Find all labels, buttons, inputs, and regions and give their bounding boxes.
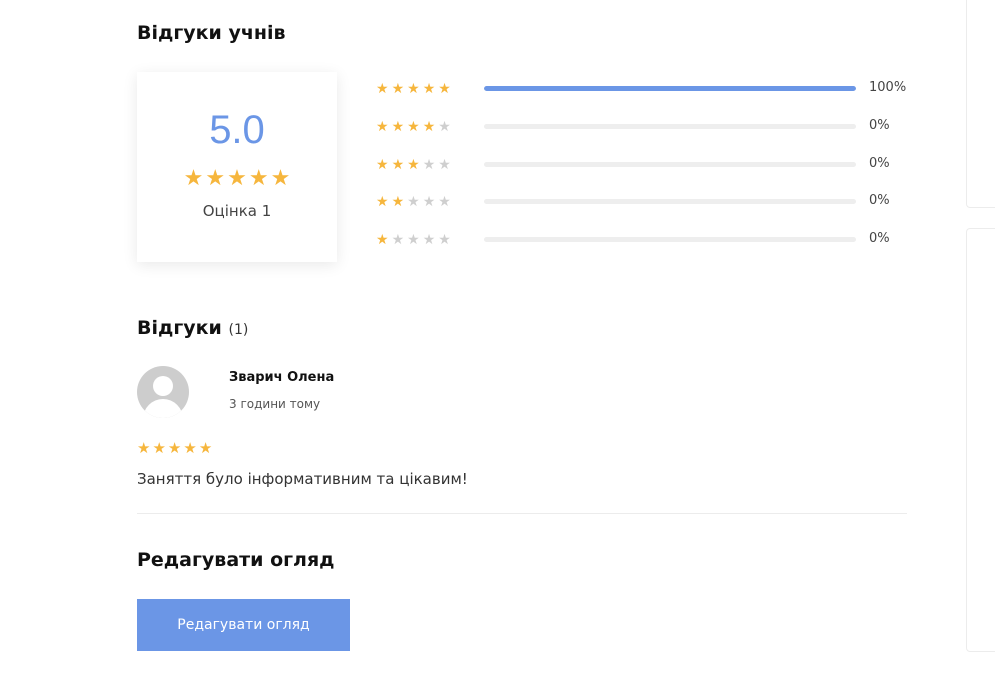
distribution-stars: ★ ★ ★ ★ ★	[376, 118, 454, 134]
review-time: 3 години тому	[229, 397, 321, 411]
reviewer-name: Зварич Олена	[229, 370, 335, 385]
distribution-percent: 100%	[869, 80, 907, 95]
student-reviews-title: Відгуки учнів	[137, 22, 286, 44]
star-icon: ★	[391, 232, 405, 248]
rating-summary-card: 5.0 ★★★★★ Оцінка 1	[137, 72, 337, 262]
star-icon: ★	[407, 81, 420, 97]
star-icon: ★	[407, 119, 420, 135]
star-icon: ★	[391, 157, 405, 173]
distribution-stars: ★ ★ ★ ★ ★	[376, 193, 454, 209]
star-icon: ★	[438, 81, 451, 97]
star-icon: ★	[227, 166, 247, 191]
star-icon: ★	[270, 166, 291, 191]
average-rating-stars: ★★★★★	[137, 168, 337, 190]
distribution-bar	[484, 199, 856, 204]
reviews-title: Відгуки (1)	[137, 317, 248, 339]
distribution-row-4: ★ ★ ★ ★ ★ 0%	[376, 116, 916, 136]
star-icon: ★	[438, 157, 451, 173]
star-icon: ★	[152, 439, 166, 457]
star-icon: ★	[407, 232, 420, 248]
star-icon: ★	[376, 194, 389, 210]
sidebar-card-top	[966, 0, 995, 208]
divider	[137, 513, 907, 514]
distribution-row-5: ★ ★ ★ ★ ★ 100%	[376, 78, 916, 98]
edit-review-title: Редагувати огляд	[137, 549, 335, 571]
edit-review-button[interactable]: Редагувати огляд	[137, 599, 350, 651]
star-icon: ★	[198, 439, 213, 457]
star-icon: ★	[407, 194, 420, 210]
distribution-percent: 0%	[869, 231, 890, 246]
review-text: Заняття було інформативним та цікавим!	[137, 470, 468, 488]
star-icon: ★	[137, 439, 151, 457]
average-rating-value: 5.0	[209, 108, 265, 152]
distribution-bar	[484, 86, 856, 91]
star-icon: ★	[391, 119, 405, 135]
rating-count-label: Оцінка 1	[202, 202, 272, 220]
star-icon: ★	[438, 119, 451, 135]
distribution-bar	[484, 124, 856, 129]
reviews-count: (1)	[228, 322, 249, 338]
distribution-stars: ★ ★ ★ ★ ★	[376, 231, 454, 247]
star-icon: ★	[183, 166, 204, 191]
distribution-bar-fill	[484, 86, 856, 91]
star-icon: ★	[376, 157, 389, 173]
distribution-percent: 0%	[869, 193, 890, 208]
star-icon: ★	[407, 157, 420, 173]
star-icon: ★	[438, 194, 451, 210]
star-icon: ★	[205, 166, 226, 191]
distribution-row-1: ★ ★ ★ ★ ★ 0%	[376, 229, 916, 249]
star-icon: ★	[376, 119, 389, 135]
user-avatar-icon	[137, 366, 189, 418]
distribution-percent: 0%	[869, 156, 890, 171]
star-icon: ★	[422, 119, 436, 135]
star-icon: ★	[422, 232, 436, 248]
star-icon: ★	[422, 81, 436, 97]
review-stars: ★ ★ ★ ★ ★	[137, 438, 214, 457]
distribution-row-2: ★ ★ ★ ★ ★ 0%	[376, 191, 916, 211]
star-icon: ★	[376, 81, 389, 97]
star-icon: ★	[422, 157, 436, 173]
distribution-percent: 0%	[869, 118, 890, 133]
distribution-stars: ★ ★ ★ ★ ★	[376, 80, 454, 96]
distribution-row-3: ★ ★ ★ ★ ★ 0%	[376, 154, 916, 174]
star-icon: ★	[422, 194, 436, 210]
star-icon: ★	[391, 194, 405, 210]
star-icon: ★	[183, 439, 197, 457]
star-icon: ★	[167, 439, 182, 457]
star-icon: ★	[438, 232, 451, 248]
sidebar-card-bottom	[966, 228, 995, 652]
star-icon: ★	[248, 166, 269, 191]
reviews-title-text: Відгуки	[137, 317, 222, 339]
distribution-stars: ★ ★ ★ ★ ★	[376, 156, 454, 172]
distribution-bar	[484, 237, 856, 242]
star-icon: ★	[376, 232, 389, 248]
distribution-bar	[484, 162, 856, 167]
star-icon: ★	[391, 81, 405, 97]
